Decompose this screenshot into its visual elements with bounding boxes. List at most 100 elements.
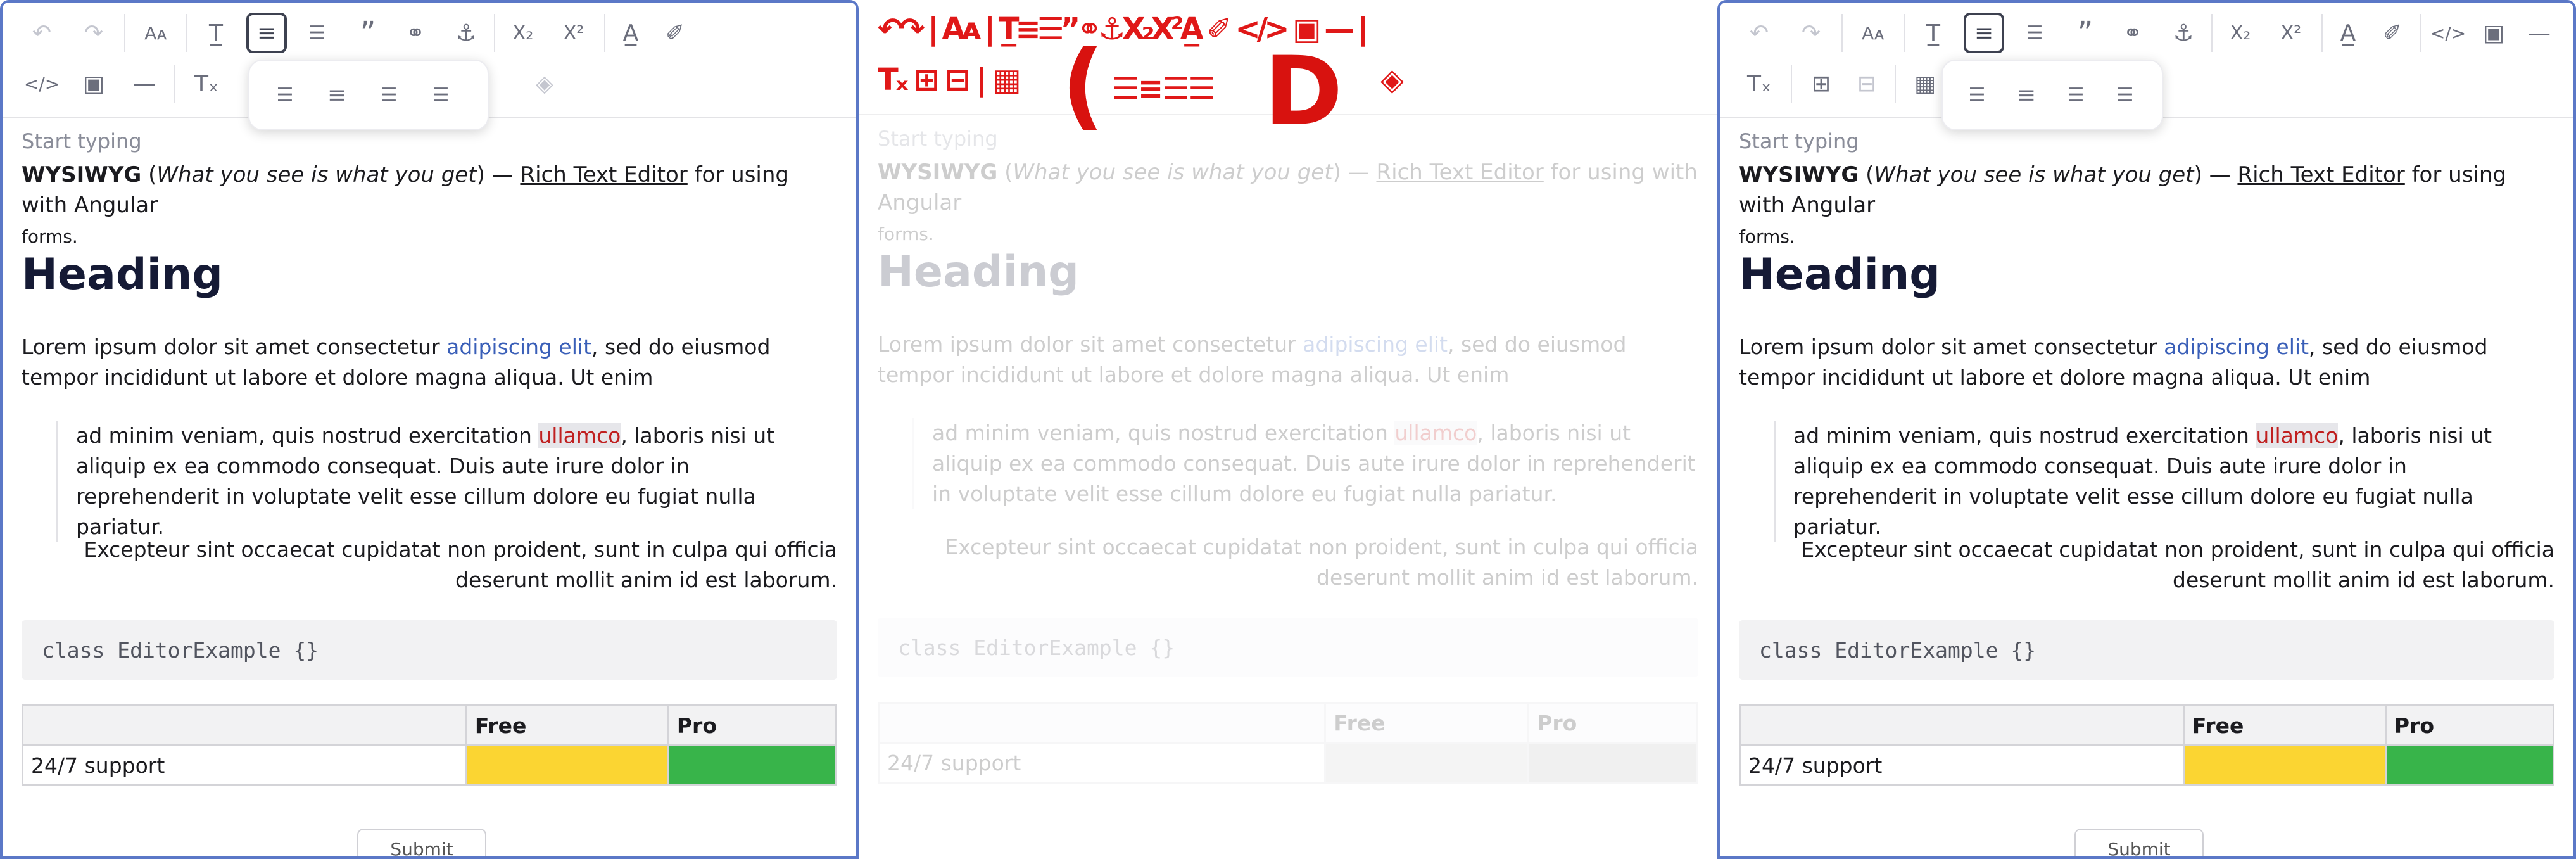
intro-italic: What you see is what you get [156,162,477,188]
code-icon[interactable]: </> [22,63,62,104]
table-header[interactable]: Free [2182,704,2387,746]
text-style-icon[interactable]: T̲ [1913,13,1954,53]
align-center-icon[interactable]: ≡ [2006,75,2047,115]
redo-icon[interactable]: ↷ [73,13,114,53]
superscript-icon[interactable]: X² [553,13,594,53]
intro-text: ) — [2194,162,2238,188]
intro-underline: Rich Text Editor [2237,162,2405,188]
table-cell-disabled [1527,742,1698,784]
undo-icon[interactable]: ↶ [1739,13,1779,53]
glitched-align-row: ☰≡☰☰ [1112,70,1215,108]
font-size-icon[interactable]: Aᴀ [136,13,176,53]
toolbar-separator [1841,14,1843,52]
toolbar-separator [2321,14,2323,52]
image-icon[interactable]: ▣ [73,63,114,104]
intro-text: ) — [1332,160,1377,185]
editor-panel-left: ↶ ↷ Aᴀ T̲ ≡ ☰ ” ⚭ ⚓ X₂ X² A̲ ✐ </> ▣ — T… [0,0,859,859]
redo-icon[interactable]: ↷ [1791,13,1831,53]
submit-button[interactable]: Submit [2074,829,2204,856]
add-cell-icon: ⊞ [914,62,939,98]
add-cell-icon[interactable]: ⊞ [1801,63,1841,104]
quote-icon[interactable]: ” [348,13,388,53]
highlighted-text: ullamco [2256,423,2339,448]
clear-format-icon[interactable]: Tₓ [186,63,227,104]
link-icon[interactable]: ⚭ [2112,13,2153,53]
list-icon[interactable]: ☰ [2014,13,2055,53]
toolbar-separator [174,65,175,103]
align-right-icon[interactable]: ☰ [2055,75,2096,115]
table-icon[interactable]: ▦ [1905,63,1945,104]
code-block: class EditorExample {} [1739,620,2554,680]
align-right-icon[interactable]: ☰ [369,75,409,115]
anchor-icon[interactable]: ⚓ [446,13,486,53]
align-justify-icon[interactable]: ☰ [420,75,461,115]
font-color-icon[interactable]: A̲ [610,13,651,53]
paint-format-icon[interactable]: ✐ [2372,13,2413,53]
align-icon[interactable]: ≡ [246,13,287,53]
align-left-icon[interactable]: ☰ [1957,75,1997,115]
table-header[interactable] [22,704,467,746]
horizontal-rule-icon[interactable]: — [124,63,165,104]
table-header: Pro [1527,702,1698,744]
clear-format-icon[interactable]: Tₓ [1739,63,1779,104]
fill-color-icon[interactable]: ◈ [524,63,565,104]
toolbar-separator [124,14,125,52]
quote-icon[interactable]: ” [2065,13,2106,53]
placeholder-text: Start typing [1739,129,1859,153]
fill-color-icon: ◈ [1380,62,1404,98]
paint-format-icon[interactable]: ✐ [655,13,695,53]
content-table: Free Pro 24/7 support [1739,704,2555,786]
table-header[interactable]: Free [465,704,669,746]
intro-italic: What you see is what you get [1874,162,2194,188]
toolbar-separator [1895,65,1896,103]
para-link[interactable]: adipiscing elit [2164,334,2309,359]
table-cell[interactable]: 24/7 support [22,744,467,786]
content-heading: Heading [1739,250,1940,300]
font-size-icon[interactable]: Aᴀ [1853,13,1893,53]
intro-paragraph: WYSIWYG (What you see is what you get) —… [22,160,837,252]
align-center-icon: ≡ [1138,71,1163,106]
list-icon[interactable]: ☰ [297,13,338,53]
intro-text: ( [997,160,1013,185]
undo-icon: ↶ [878,11,903,47]
list-icon: ☰ [1037,11,1064,47]
table-cell[interactable]: 24/7 support [1739,744,2185,786]
table-cell-green[interactable] [2384,744,2555,786]
anchor-icon[interactable]: ⚓ [2163,13,2204,53]
text-style-icon: T̲ [998,11,1020,47]
clear-format-icon: Tₓ [878,62,909,98]
toolbar-separator [2420,14,2421,52]
table-header[interactable]: Pro [667,704,838,746]
glitched-overlay: ( [1061,30,1105,141]
para-link[interactable]: adipiscing elit [446,334,591,359]
image-icon[interactable]: ▣ [2473,13,2514,53]
toolbar-separator [186,14,187,52]
font-color-icon[interactable]: A̲ [2328,13,2368,53]
text-style-icon[interactable]: T̲ [196,13,236,53]
align-icon[interactable]: ≡ [1964,13,2004,53]
editor-toolbar-glitched: ↶↷ | Aᴀ | T̲≡☰”⚭⚓X₂X²A̲ ✐ </> ▣ — | Tₓ ⊞… [859,0,1717,139]
subscript-icon[interactable]: X₂ [503,13,543,53]
redo-icon: ↷ [899,11,925,47]
blockquote: ad minim veniam, quis nostrud exercitati… [1774,421,2554,542]
undo-icon[interactable]: ↶ [22,13,62,53]
subscript-icon[interactable]: X₂ [2220,13,2261,53]
table-header[interactable] [1739,704,2185,746]
superscript-icon[interactable]: X² [2271,13,2311,53]
horizontal-rule-icon[interactable]: — [2519,13,2560,53]
intro-text: forms. [878,224,934,245]
table-header[interactable]: Pro [2384,704,2555,746]
table-cell-yellow[interactable] [465,744,669,786]
align-left-icon[interactable]: ☰ [265,75,305,115]
submit-button[interactable]: Submit [357,829,486,856]
remove-cell-icon[interactable]: ⊟ [1847,63,1887,104]
table-cell-green[interactable] [667,744,838,786]
table-cell-yellow[interactable] [2182,744,2387,786]
content-heading: Heading [878,247,1079,297]
paint-format-icon: ✐ [1206,11,1232,47]
link-icon[interactable]: ⚭ [395,13,436,53]
align-justify-icon[interactable]: ☰ [2105,75,2145,115]
code-icon[interactable]: </> [2428,13,2468,53]
toolbar-separator [2211,14,2213,52]
align-center-icon[interactable]: ≡ [317,75,357,115]
